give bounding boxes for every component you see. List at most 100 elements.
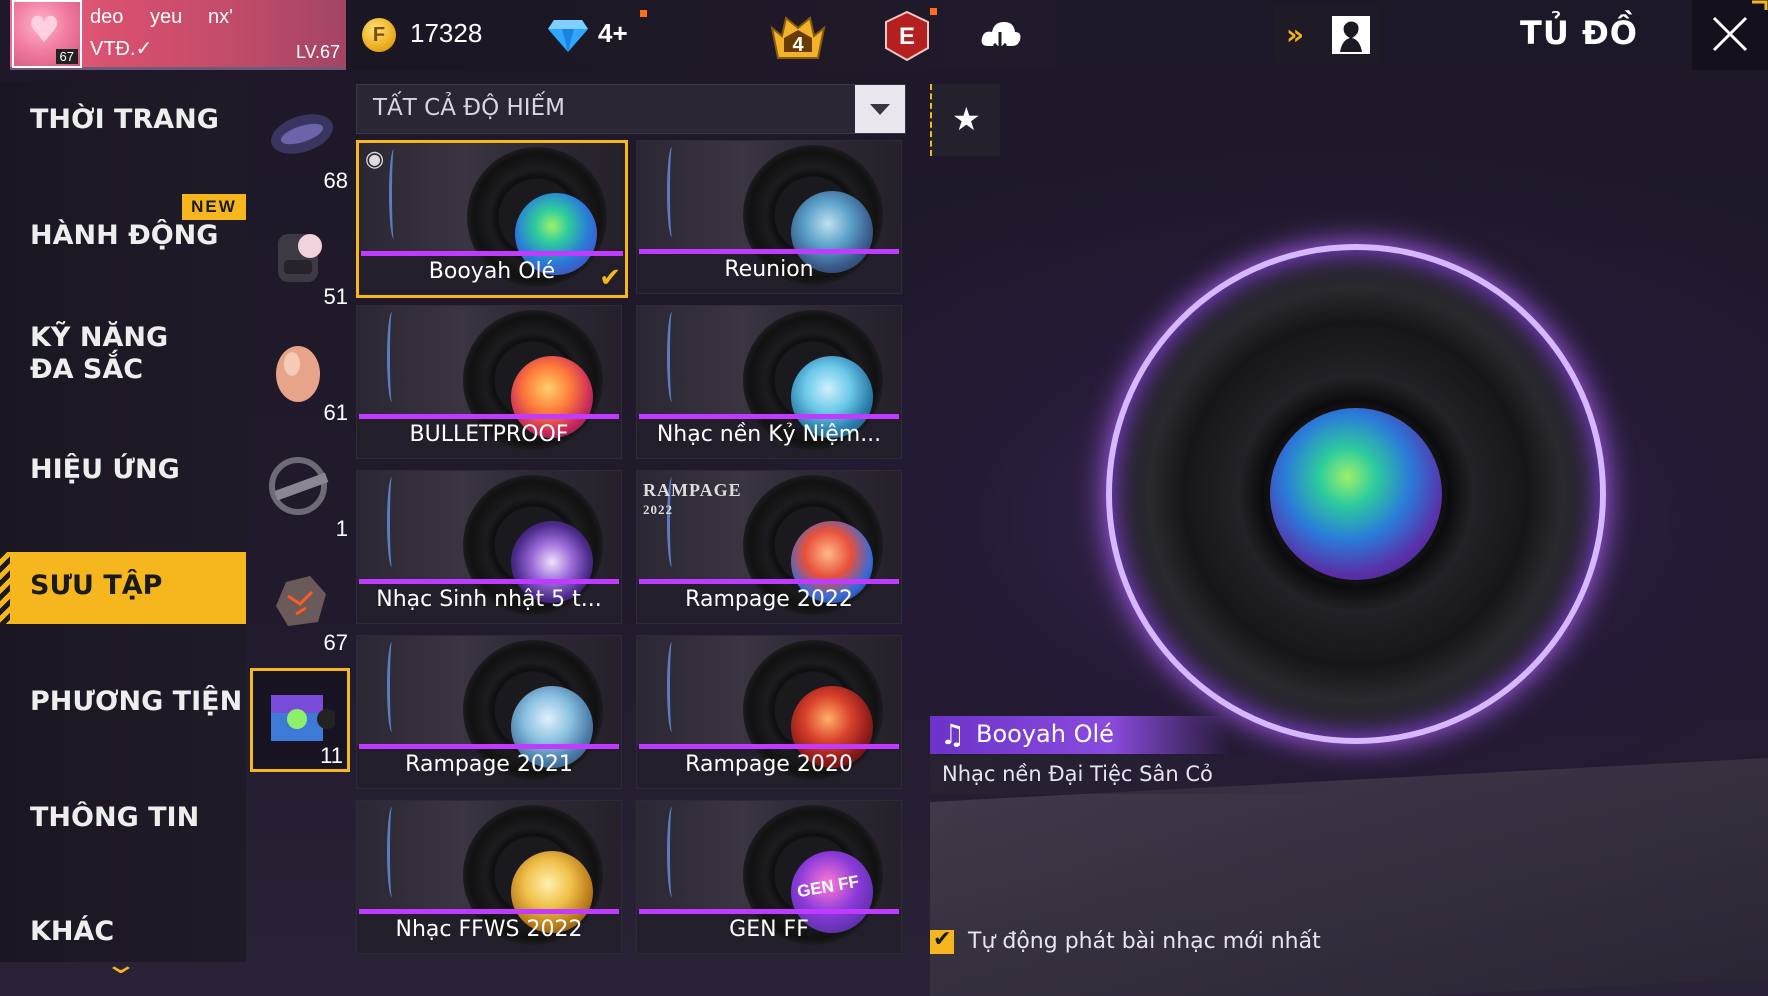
diamond-icon bbox=[548, 20, 588, 52]
double-arrow-icon: » bbox=[1286, 18, 1305, 51]
close-icon bbox=[1712, 0, 1768, 52]
character-portrait-icon bbox=[1332, 16, 1370, 54]
close-button[interactable] bbox=[1692, 0, 1768, 70]
quick-switch-button[interactable]: » bbox=[1274, 6, 1380, 64]
subcategory-count: 11 bbox=[320, 743, 343, 768]
music-grid: ◉ Booyah Olé ✔ Reunion BULLETPROOF Nhạc … bbox=[356, 140, 906, 955]
player-name-part: deo bbox=[90, 6, 124, 28]
card-flare bbox=[389, 149, 399, 239]
subcategory-count: 67 bbox=[323, 630, 348, 655]
nav-item-label: KHÁC bbox=[30, 916, 115, 947]
rarity-filter-dropdown[interactable]: TẤT CẢ ĐỘ HIẾM bbox=[356, 84, 906, 134]
nav-item-label: HIỆU ỨNG bbox=[30, 454, 180, 485]
subcategory-count: 51 bbox=[323, 284, 348, 309]
subcategory-parachute[interactable]: 68 bbox=[252, 90, 352, 194]
nav-item-ky-nang-da-sac[interactable]: KỸ NĂNG ĐA SẮC bbox=[0, 312, 246, 412]
now-playing-title-row: ♫ Booyah Olé bbox=[930, 716, 1230, 754]
rampage-wordmark: RAMPAGE 2022 bbox=[643, 480, 742, 517]
nav-item-hieu-ung[interactable]: HIỆU ỨNG bbox=[0, 432, 246, 518]
rank-badge-icon[interactable]: 4 bbox=[768, 6, 828, 66]
card-flare bbox=[667, 147, 677, 237]
music-title: Rampage 2022 bbox=[685, 587, 853, 612]
rarity-bar bbox=[639, 744, 899, 749]
autoplay-option[interactable]: ✔ Tự động phát bài nhạc mới nhất bbox=[930, 926, 1350, 958]
star-icon: ★ bbox=[952, 100, 981, 138]
music-note-icon: ♫ bbox=[940, 718, 966, 751]
music-card[interactable]: RAMPAGE 2022 Rampage 2022 bbox=[636, 470, 902, 624]
subcategory-backpack[interactable]: 51 bbox=[252, 206, 352, 310]
eye-icon[interactable]: ◉ bbox=[365, 147, 384, 172]
avatar-level: 67 bbox=[55, 49, 78, 64]
notification-dot bbox=[640, 10, 647, 17]
now-playing-subtitle: Nhạc nền Đại Tiệc Sân Cỏ bbox=[942, 762, 1213, 786]
card-flare bbox=[387, 642, 397, 732]
rarity-bar bbox=[359, 579, 619, 584]
now-playing-panel: ♫ Booyah Olé Nhạc nền Đại Tiệc Sân Cỏ bbox=[930, 716, 1350, 798]
vinyl-preview-disc bbox=[1106, 244, 1606, 744]
rock-icon bbox=[276, 576, 326, 626]
player-profile-banner[interactable]: ♥ 67 deo yeu nx' VTĐ.✓ LV.67 bbox=[10, 0, 346, 70]
chevron-down-icon bbox=[870, 104, 890, 115]
new-badge: NEW bbox=[182, 194, 246, 220]
music-card[interactable]: ◉ Booyah Olé ✔ bbox=[356, 140, 628, 298]
favorite-button[interactable]: ★ bbox=[930, 84, 1000, 156]
nav-item-label: HÀNH ĐỘNG bbox=[30, 220, 219, 251]
nav-item-label: THỜI TRANG bbox=[30, 104, 219, 135]
music-card[interactable]: Rampage 2020 bbox=[636, 635, 902, 789]
wardrobe-screen: ♥ 67 deo yeu nx' VTĐ.✓ LV.67 F 17328 4+ … bbox=[0, 0, 1768, 996]
cloud-sync-icon[interactable] bbox=[978, 14, 1022, 58]
chevron-down-icon[interactable]: ⌄ bbox=[103, 950, 138, 980]
dropdown-toggle[interactable] bbox=[855, 85, 905, 133]
nav-item-label: SƯU TẬP bbox=[30, 570, 163, 601]
subcategory-weapon-skin[interactable]: 1 bbox=[252, 438, 352, 542]
music-card[interactable]: Nhạc FFWS 2022 bbox=[356, 800, 622, 954]
equipped-check-icon: ✔ bbox=[599, 263, 621, 293]
music-card[interactable]: Nhạc nền Kỷ Niệm... bbox=[636, 305, 902, 459]
rarity-bar bbox=[359, 414, 619, 419]
music-title: Nhạc nền Kỷ Niệm... bbox=[656, 422, 882, 447]
subcategory-egg[interactable]: 61 bbox=[252, 322, 352, 426]
card-flare bbox=[667, 807, 677, 897]
card-flare bbox=[387, 477, 397, 567]
card-flare bbox=[667, 312, 677, 402]
autoplay-label: Tự động phát bài nhạc mới nhất bbox=[968, 929, 1321, 954]
elite-letter: E bbox=[899, 23, 915, 50]
card-flare bbox=[667, 642, 677, 732]
rarity-bar bbox=[639, 249, 899, 254]
nav-item-thoi-trang[interactable]: THỜI TRANG bbox=[0, 82, 246, 168]
diamond-amount[interactable]: 4+ bbox=[598, 18, 628, 49]
subcategory-count: 68 bbox=[323, 168, 348, 193]
nav-item-thong-tin[interactable]: THÔNG TIN bbox=[0, 780, 246, 866]
music-card[interactable]: Reunion bbox=[636, 140, 902, 294]
player-name-part: nx' bbox=[208, 6, 233, 28]
nav-item-phuong-tien[interactable]: PHƯƠNG TIỆN bbox=[0, 664, 246, 750]
top-bar: ♥ 67 deo yeu nx' VTĐ.✓ LV.67 F 17328 4+ … bbox=[0, 0, 1768, 72]
now-playing-subtitle-row: Nhạc nền Đại Tiệc Sân Cỏ bbox=[930, 756, 1350, 794]
card-flare bbox=[387, 807, 397, 897]
notification-dot bbox=[930, 8, 937, 15]
music-card[interactable]: GEN FF GEN FF bbox=[636, 800, 902, 954]
gold-coin-icon: F bbox=[362, 18, 396, 52]
music-card[interactable]: Rampage 2021 bbox=[356, 635, 622, 789]
music-card[interactable]: BULLETPROOF bbox=[356, 305, 622, 459]
rarity-bar bbox=[639, 579, 899, 584]
nav-item-suu-tap[interactable]: SƯU TẬP bbox=[0, 552, 246, 624]
subcategory-count: 1 bbox=[335, 516, 348, 541]
subcategory-column: 68 51 61 1 67 11 bbox=[248, 82, 356, 962]
music-title: Nhạc FFWS 2022 bbox=[395, 917, 583, 942]
player-guild-name: VTĐ.✓ bbox=[90, 38, 153, 60]
gold-amount: 17328 bbox=[410, 18, 483, 48]
heart-icon: ♥ bbox=[28, 10, 61, 51]
subcategory-rock[interactable]: 67 bbox=[252, 552, 352, 656]
autoplay-checkbox[interactable]: ✔ bbox=[930, 927, 954, 954]
disc-cover-large bbox=[1270, 408, 1442, 580]
avatar[interactable]: ♥ 67 bbox=[12, 0, 82, 68]
music-title: Rampage 2021 bbox=[405, 752, 573, 777]
subcategory-music[interactable]: 11 bbox=[250, 668, 350, 772]
player-level: LV.67 bbox=[295, 42, 340, 62]
rarity-bar bbox=[359, 909, 619, 914]
elite-pass-icon[interactable]: E bbox=[882, 10, 932, 62]
rank-number: 4 bbox=[792, 34, 804, 56]
music-card[interactable]: Nhạc Sinh nhật 5 t... bbox=[356, 470, 622, 624]
music-title: Booyah Olé bbox=[428, 259, 556, 284]
